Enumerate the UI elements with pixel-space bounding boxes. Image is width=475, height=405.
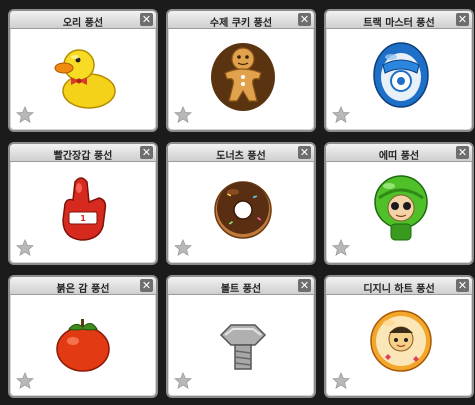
card-title: 수제 쿠키 풍선	[209, 18, 273, 29]
close-button[interactable]: ✕	[298, 279, 311, 292]
item-card-dizni-heart-balloon[interactable]: 디지니 하트 풍선 ✕	[324, 275, 474, 398]
dizni-heart-balloon-icon	[370, 310, 432, 372]
close-button[interactable]: ✕	[456, 13, 469, 26]
close-button[interactable]: ✕	[298, 146, 311, 159]
item-card-track-master-balloon[interactable]: 트랙 마스터 풍선 ✕	[324, 9, 474, 132]
card-header: 오리 풍선 ✕	[10, 11, 156, 29]
card-header: 트랙 마스터 풍선 ✕	[326, 11, 472, 29]
card-header: 빨간장갑 풍선 ✕	[10, 144, 156, 162]
donut-balloon-icon	[214, 181, 272, 239]
item-card-donut-balloon[interactable]: 도너츠 풍선 ✕	[166, 142, 316, 265]
card-title: 오리 풍선	[62, 18, 104, 29]
card-header: 볼트 풍선 ✕	[168, 277, 314, 295]
bolt-balloon-icon	[219, 324, 267, 370]
favorite-star-icon[interactable]	[174, 372, 192, 390]
card-header: 붉은 감 풍선 ✕	[10, 277, 156, 295]
card-title: 도너츠 풍선	[216, 151, 266, 162]
item-card-bolt-balloon[interactable]: 볼트 풍선 ✕	[166, 275, 316, 398]
item-card-etti-balloon[interactable]: 에띠 풍선 ✕	[324, 142, 474, 265]
svg-text:1: 1	[80, 214, 86, 223]
cookie-balloon-icon	[211, 43, 275, 111]
favorite-star-icon[interactable]	[332, 372, 350, 390]
favorite-star-icon[interactable]	[16, 239, 34, 257]
card-title: 볼트 풍선	[220, 284, 262, 295]
favorite-star-icon[interactable]	[174, 239, 192, 257]
favorite-star-icon[interactable]	[16, 372, 34, 390]
favorite-star-icon[interactable]	[16, 106, 34, 124]
close-button[interactable]: ✕	[140, 279, 153, 292]
close-button[interactable]: ✕	[456, 279, 469, 292]
close-button[interactable]: ✕	[140, 146, 153, 159]
card-header: 도너츠 풍선 ✕	[168, 144, 314, 162]
card-title: 에띠 풍선	[378, 151, 420, 162]
item-card-duck-balloon[interactable]: 오리 풍선 ✕	[8, 9, 158, 132]
card-header: 수제 쿠키 풍선 ✕	[168, 11, 314, 29]
favorite-star-icon[interactable]	[332, 106, 350, 124]
etti-balloon-icon	[374, 175, 428, 241]
duck-balloon-icon	[54, 49, 116, 109]
item-card-persimmon-balloon[interactable]: 붉은 감 풍선 ✕	[8, 275, 158, 398]
card-header: 디지니 하트 풍선 ✕	[326, 277, 472, 295]
favorite-star-icon[interactable]	[174, 106, 192, 124]
balloon-item-grid: 오리 풍선 ✕ 수제 쿠키 풍선 ✕ 트랙 마스터 풍선 ✕ 빨간장갑 풍선 ✕…	[8, 9, 474, 398]
item-card-cookie-balloon[interactable]: 수제 쿠키 풍선 ✕	[166, 9, 316, 132]
card-title: 트랙 마스터 풍선	[363, 18, 435, 29]
close-button[interactable]: ✕	[298, 13, 311, 26]
close-button[interactable]: ✕	[140, 13, 153, 26]
favorite-star-icon[interactable]	[332, 239, 350, 257]
track-master-balloon-icon	[373, 42, 429, 108]
card-title: 붉은 감 풍선	[56, 284, 110, 295]
card-title: 빨간장갑 풍선	[53, 151, 113, 162]
close-button[interactable]: ✕	[456, 146, 469, 159]
card-header: 에띠 풍선 ✕	[326, 144, 472, 162]
card-title: 디지니 하트 풍선	[363, 284, 435, 295]
persimmon-balloon-icon	[56, 319, 110, 372]
red-glove-balloon-icon: 1	[62, 177, 107, 241]
item-card-red-glove-balloon[interactable]: 빨간장갑 풍선 ✕ 1	[8, 142, 158, 265]
